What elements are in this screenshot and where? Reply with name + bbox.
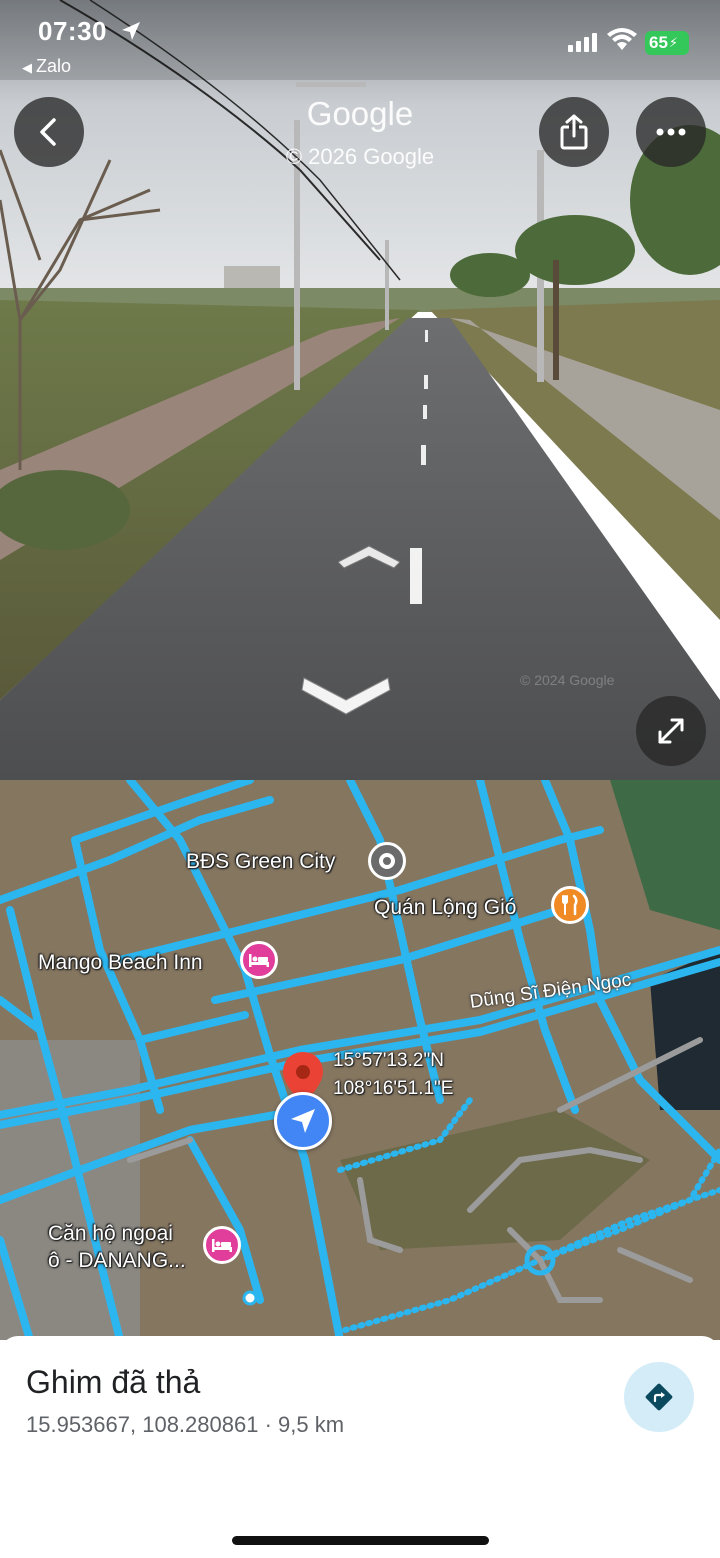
pin-latitude: 15°57'13.2"N (333, 1050, 444, 1071)
directions-icon (645, 1383, 673, 1411)
street-view-panel[interactable]: © 2024 Google 07:30 ◀ Zalo 65 ⚡ Google © 2… (0, 0, 720, 780)
poi-label-can-ho-line1: Căn hộ ngoại (48, 1222, 173, 1245)
map-view[interactable]: BĐS Green City Quán Lộng Gió Mango Beach… (0, 780, 720, 1340)
chevron-left-icon (40, 118, 56, 146)
place-coordinates-distance: 15.953667, 108.280861 · 9,5 km (26, 1412, 345, 1437)
share-icon (560, 114, 588, 150)
watermark: © 2024 Google (520, 672, 615, 688)
status-time: 07:30 (38, 16, 107, 46)
navigation-arrow-icon (291, 1109, 315, 1133)
poi-label-quan-long-gio[interactable]: Quán Lộng Gió (374, 896, 516, 920)
hotel-icon (212, 1239, 232, 1252)
back-app-label: Zalo (36, 56, 72, 76)
poi-pin-can-ho[interactable] (203, 1226, 241, 1264)
move-backward-arrow[interactable] (300, 668, 392, 720)
my-location-marker[interactable] (274, 1092, 332, 1150)
battery-indicator: 65 ⚡ (645, 31, 689, 55)
poi-pin-green-city[interactable] (368, 842, 406, 880)
poi-label-can-ho-line2: ô - DANANG... (48, 1249, 186, 1272)
hotel-icon (249, 954, 269, 967)
poi-pin-mango-beach-inn[interactable] (240, 941, 278, 979)
expand-icon (658, 718, 684, 744)
poi-label-mango-beach-inn[interactable]: Mango Beach Inn (38, 951, 203, 975)
more-horizontal-icon (656, 128, 686, 136)
more-options-button[interactable] (636, 97, 706, 167)
back-triangle-icon: ◀ (22, 60, 32, 75)
cellular-signal-icon (568, 33, 597, 52)
status-bar: 07:30 ◀ Zalo 65 ⚡ (0, 0, 720, 90)
street-view-logo: Google (306, 95, 414, 132)
wifi-icon (607, 28, 637, 50)
directions-button[interactable] (624, 1362, 694, 1432)
back-button[interactable] (14, 97, 84, 167)
poi-label-can-ho[interactable]: Căn hộ ngoại ô - DANANG... (48, 1220, 186, 1274)
battery-level: 65 (649, 33, 668, 52)
expand-button[interactable] (636, 696, 706, 766)
place-icon (379, 853, 395, 869)
poi-label-green-city[interactable]: BĐS Green City (186, 850, 335, 874)
location-arrow-icon (122, 22, 140, 40)
pin-longitude: 108°16'51.1"E (333, 1078, 454, 1099)
poi-pin-quan-long-gio[interactable] (551, 886, 589, 924)
move-forward-arrow[interactable] (338, 540, 400, 570)
restaurant-icon (562, 894, 578, 916)
home-indicator[interactable] (232, 1536, 489, 1545)
street-view-copyright: © 2026 Google (285, 144, 435, 169)
place-bottom-sheet[interactable]: Ghim đã thả 15.953667, 108.280861 · 9,5 … (0, 1336, 720, 1558)
back-to-app-link[interactable]: ◀ Zalo (22, 56, 71, 77)
charging-bolt-icon: ⚡ (668, 35, 679, 50)
share-button[interactable] (539, 97, 609, 167)
place-title: Ghim đã thả (26, 1364, 201, 1400)
